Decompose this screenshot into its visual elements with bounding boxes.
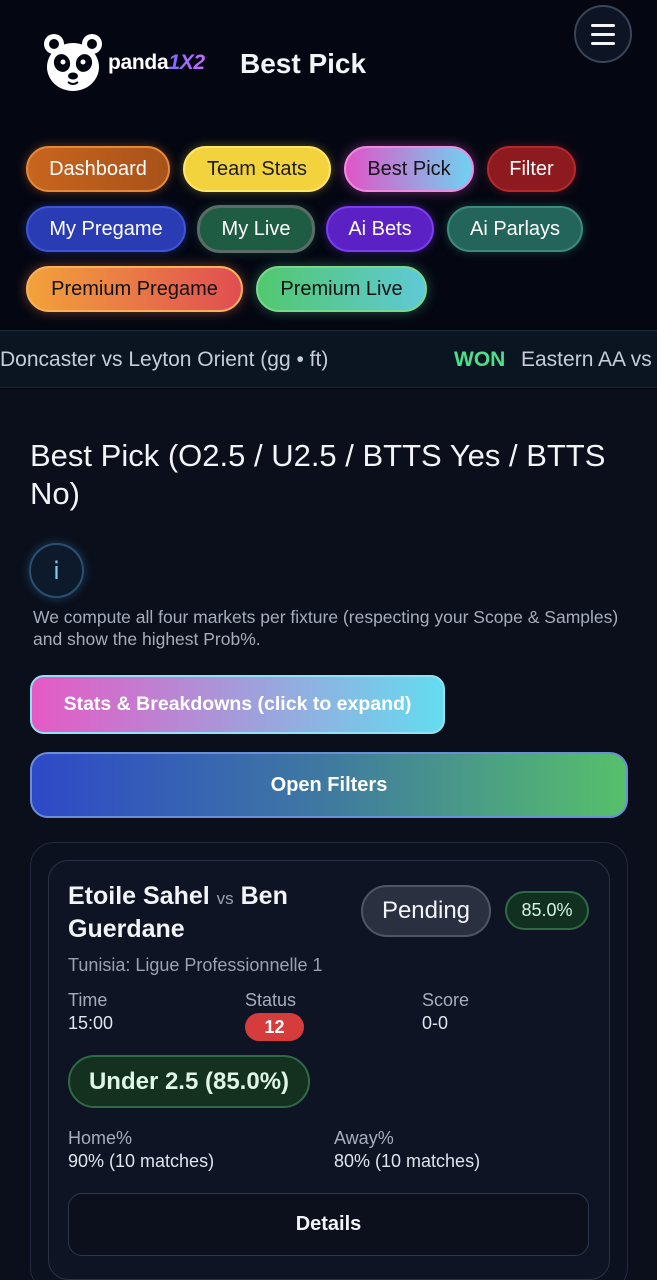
ticker-item: Doncaster vs Leyton Orient (gg • ft) (0, 348, 329, 371)
nav-premium-pregame-button[interactable]: Premium Pregame (26, 266, 243, 312)
away-pct-value: 80% (10 matches) (334, 1151, 481, 1171)
fixture-teams: Etoile Sahel vs Ben Guerdane (68, 881, 358, 945)
nav-my-pregame-button[interactable]: My Pregame (26, 206, 186, 252)
hamburger-menu-icon-line (591, 41, 615, 45)
probability-badge: 85.0% (505, 891, 589, 930)
hamburger-menu-icon (591, 23, 615, 27)
brand-name: panda1X2 (108, 51, 205, 75)
hamburger-menu-icon-line (591, 32, 615, 36)
nav-best-pick-button[interactable]: Best Pick (344, 146, 474, 192)
league-name: Tunisia: Ligue Professionnelle 1 (68, 955, 323, 975)
details-button[interactable]: Details (68, 1193, 589, 1256)
match-minute-badge: 12 (245, 1013, 304, 1041)
page-heading: Best Pick (240, 48, 367, 79)
time-value: 15:00 (68, 1013, 114, 1033)
results-ticker: Doncaster vs Leyton Orient (gg • ft) WON… (0, 330, 657, 388)
vs-label: vs (216, 889, 234, 908)
pick-status-badge: Pending (361, 885, 491, 937)
nav-filter-button[interactable]: Filter (487, 146, 576, 192)
info-icon[interactable]: i (29, 543, 84, 598)
nav-ai-parlays-button[interactable]: Ai Parlays (447, 206, 583, 252)
nav-ai-bets-button[interactable]: Ai Bets (326, 206, 434, 252)
ticker-result-won: WON (454, 348, 506, 371)
ticker-item: Eastern AA vs (521, 348, 652, 371)
description-text: We compute all four markets per fixture … (33, 607, 619, 649)
home-pct-label: Home% (68, 1128, 133, 1148)
away-pct-label: Away% (334, 1128, 394, 1148)
status-label: Status (245, 990, 297, 1010)
score-value: 0-0 (422, 1013, 449, 1033)
nav-dashboard-button[interactable]: Dashboard (26, 146, 170, 192)
brand-name-part1: panda (108, 51, 169, 74)
brand-name-part2: 1X2 (168, 51, 205, 74)
nav-team-stats-button[interactable]: Team Stats (183, 146, 331, 192)
nav-premium-live-button[interactable]: Premium Live (256, 266, 427, 312)
menu-button[interactable] (574, 5, 632, 63)
app-header: panda1X2 Best Pick (0, 0, 657, 130)
open-filters-button[interactable]: Open Filters (30, 752, 628, 818)
nav-my-live-button[interactable]: My Live (197, 205, 315, 253)
stats-breakdowns-button[interactable]: Stats & Breakdowns (click to expand) (30, 675, 445, 734)
page-title: Best Pick (O2.5 / U2.5 / BTTS Yes / BTTS… (30, 438, 606, 511)
panda-logo-icon[interactable] (40, 30, 106, 96)
home-team: Etoile Sahel (68, 882, 210, 910)
best-pick-badge: Under 2.5 (85.0%) (68, 1055, 310, 1108)
score-label: Score (422, 990, 470, 1010)
home-pct-value: 90% (10 matches) (68, 1151, 215, 1171)
time-label: Time (68, 990, 108, 1010)
